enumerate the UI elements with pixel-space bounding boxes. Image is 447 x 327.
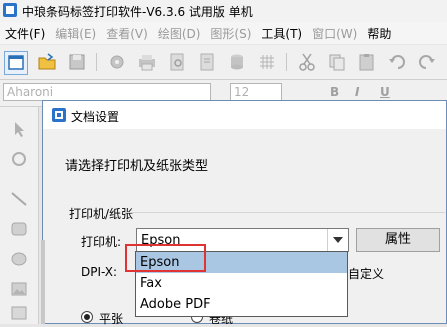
font-family-select[interactable]: Aharoni: [3, 83, 211, 101]
print-preview-icon[interactable]: [166, 51, 188, 73]
dialog-app-icon: [51, 107, 67, 123]
menu-shape[interactable]: 图形(S): [205, 25, 256, 42]
paste-icon[interactable]: [356, 51, 378, 73]
pointer-tool-icon[interactable]: [9, 119, 29, 139]
ellipse-tool-icon[interactable]: [9, 249, 29, 269]
italic-button[interactable]: I: [355, 85, 359, 99]
dialog-title: 文档设置: [71, 110, 120, 124]
dpi-x-label: DPI-X:: [81, 265, 118, 279]
database-icon[interactable]: [226, 51, 248, 73]
flat-paper-label: 平张: [99, 312, 124, 326]
toolbar-separator: [96, 53, 97, 71]
save-icon[interactable]: [66, 51, 88, 73]
title-bar: 中琅条码标签打印软件-V6.3.6 试用版 单机: [0, 0, 447, 23]
image-tool-icon[interactable]: [9, 279, 29, 299]
dialog-prompt: 请选择打印机及纸张类型: [65, 159, 209, 174]
menu-file[interactable]: 文件(F): [0, 25, 50, 42]
app-icon: [3, 3, 17, 17]
settings-gear-icon[interactable]: [106, 51, 128, 73]
rotate-tool-icon[interactable]: [9, 149, 29, 169]
printer-dropdown-button[interactable]: [327, 229, 348, 251]
drawing-tools-panel: [0, 107, 39, 324]
properties-button[interactable]: 属性: [356, 228, 440, 252]
chevron-down-icon: [333, 237, 343, 243]
new-document-icon[interactable]: [4, 51, 28, 75]
flat-paper-radio[interactable]: [81, 311, 93, 323]
toolbar-separator: [286, 53, 287, 71]
undo-icon[interactable]: [386, 51, 408, 73]
line-tool-icon[interactable]: [9, 189, 29, 209]
menu-help[interactable]: 帮助: [362, 25, 396, 42]
printer-option-fax[interactable]: Fax: [136, 273, 347, 294]
printer-label: 打印机:: [81, 235, 122, 249]
document-icon[interactable]: [196, 51, 218, 73]
menu-edit[interactable]: 编辑(E): [50, 25, 101, 42]
menu-draw[interactable]: 绘图(D): [153, 25, 206, 42]
dialog-title-bar: 文档设置: [43, 101, 446, 129]
cut-icon[interactable]: [296, 51, 318, 73]
bold-button[interactable]: B: [330, 85, 339, 99]
print-icon[interactable]: [136, 51, 158, 73]
custom-label: 自定义: [348, 267, 385, 281]
redo-icon[interactable]: [416, 51, 438, 73]
menu-tools[interactable]: 工具(T): [256, 25, 307, 42]
canvas-scrollbar[interactable]: [41, 240, 45, 324]
table-tool-icon[interactable]: [9, 303, 29, 323]
printer-option-adobe-pdf[interactable]: Adobe PDF: [136, 294, 347, 315]
window-title: 中琅条码标签打印软件-V6.3.6 试用版 单机: [22, 5, 253, 19]
highlight-box: [125, 244, 206, 272]
rounded-rect-tool-icon[interactable]: [9, 219, 29, 239]
grid-icon[interactable]: [256, 51, 278, 73]
menu-bar: 文件(F) 编辑(E) 查看(V) 绘图(D) 图形(S) 工具(T) 窗口(W…: [0, 22, 447, 44]
copy-icon[interactable]: [326, 51, 348, 73]
group-divider: [123, 212, 445, 213]
font-size-select[interactable]: 12: [230, 83, 282, 101]
main-toolbar: [0, 45, 447, 80]
menu-view[interactable]: 查看(V): [101, 25, 153, 42]
printer-paper-group-label: 打印机/纸张: [69, 207, 134, 221]
menu-window[interactable]: 窗口(W): [307, 25, 362, 42]
open-folder-icon[interactable]: [36, 51, 58, 73]
underline-button[interactable]: U: [380, 85, 390, 99]
